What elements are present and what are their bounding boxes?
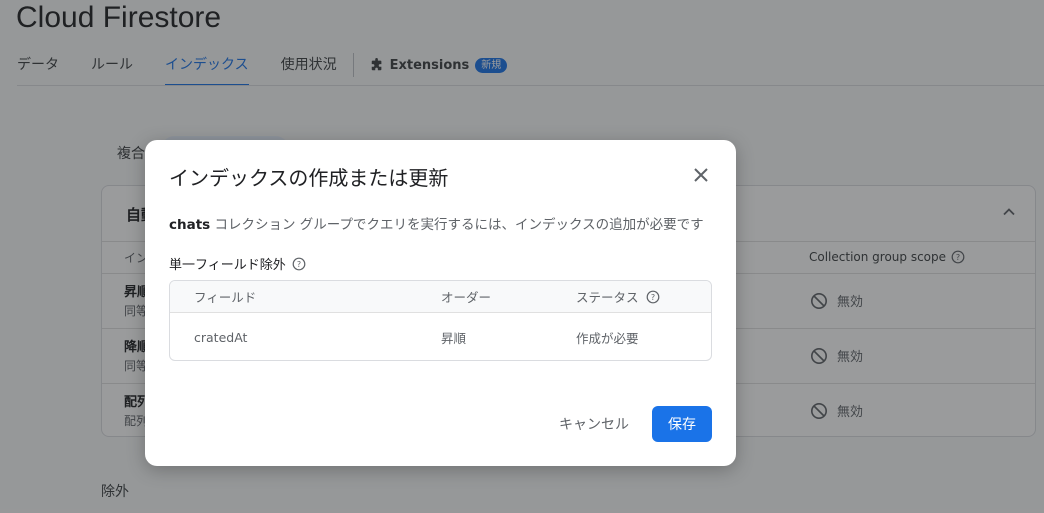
- field-cell: cratedAt: [194, 329, 248, 345]
- order-cell: 昇順: [441, 330, 467, 346]
- section-title-label: 単一フィールド除外: [169, 258, 286, 273]
- close-icon[interactable]: [690, 164, 712, 186]
- column-header-field: フィールド: [194, 290, 257, 305]
- table-row: cratedAt 昇順 作成が必要: [170, 313, 711, 360]
- dialog-title: インデックスの作成または更新: [169, 166, 449, 190]
- svg-text:?: ?: [650, 293, 654, 302]
- table-header: フィールド オーダー ステータス ?: [170, 281, 711, 313]
- status-cell: 作成が必要: [576, 330, 639, 346]
- exemption-table: フィールド オーダー ステータス ? cratedAt 昇順 作成が必要: [169, 280, 712, 361]
- svg-text:?: ?: [297, 260, 301, 269]
- section-title: 単一フィールド除外 ?: [169, 254, 306, 273]
- help-icon[interactable]: ?: [646, 290, 660, 304]
- status-header-label: ステータス: [576, 290, 639, 305]
- save-button[interactable]: 保存: [652, 406, 712, 442]
- create-index-dialog: インデックスの作成または更新 chats コレクション グループでクエリを実行す…: [145, 140, 736, 466]
- collection-name: chats: [169, 217, 211, 233]
- column-header-order: オーダー: [441, 290, 492, 305]
- help-icon[interactable]: ?: [292, 257, 306, 271]
- cancel-button[interactable]: キャンセル: [550, 406, 638, 442]
- column-header-status: ステータス ?: [576, 281, 660, 312]
- dialog-description: chats コレクション グループでクエリを実行するには、インデックスの追加が必…: [169, 213, 704, 233]
- description-text: コレクション グループでクエリを実行するには、インデックスの追加が必要です: [210, 217, 704, 233]
